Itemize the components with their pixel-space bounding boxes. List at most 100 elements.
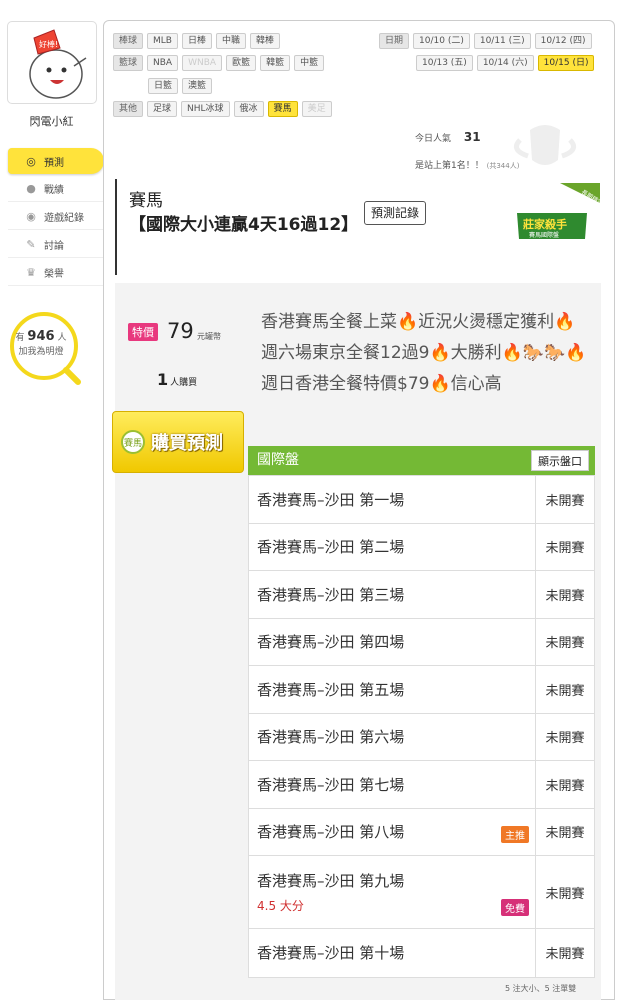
nav-item-discuss[interactable]: ✎ 討論: [8, 232, 104, 258]
horse-racing-icon: 賽馬: [121, 430, 145, 454]
pick-summary: 5 注大小、5 注單雙: [505, 984, 577, 993]
odds-title: 國際盤: [257, 452, 299, 468]
race-title: 香港賽馬–沙田 第二場: [257, 538, 405, 557]
race-name: 香港賽馬–沙田 第四場: [249, 618, 536, 665]
prediction-record-button[interactable]: 預測記錄: [364, 201, 427, 225]
baseball-label: 棒球: [113, 33, 144, 49]
race-row: 香港賽馬–沙田 第八場 主推 未開賽: [249, 808, 594, 856]
trophy-watermark-icon: [513, 125, 577, 165]
race-row: 香港賽馬–沙田 第四場 未開賽: [249, 618, 594, 666]
medal-icon: ♛: [26, 266, 36, 279]
nav-item-predict[interactable]: ◎ 預測: [8, 148, 104, 174]
race-status: 未開賽: [545, 636, 585, 652]
date-option[interactable]: 10/14 (六): [476, 55, 534, 71]
race-status: 未開賽: [545, 731, 585, 747]
avatar[interactable]: 好棒!: [7, 21, 97, 104]
nav-item-honor[interactable]: ♛ 榮譽: [8, 260, 104, 286]
date-option-selected[interactable]: 10/15 (日): [537, 55, 595, 71]
date-option[interactable]: 10/13 (五): [416, 55, 473, 71]
price-value: 79: [167, 319, 194, 343]
race-status: 未開賽: [545, 588, 585, 604]
race-title: 香港賽馬–沙田 第五場: [257, 680, 405, 699]
left-sidebar: 好棒! 閃電小紅 ◎ 預測 ● 戰績 ◉ 遊戲紀錄 ✎ 討論 ♛ 榮譽 有 94…: [0, 0, 104, 1000]
filter-euro-basket[interactable]: 歐籃: [226, 55, 257, 71]
race-row: 香港賽馬–沙田 第九場 4.5 大分 免費 未開賽: [249, 856, 594, 929]
badge-title: 莊家殺手: [522, 217, 567, 231]
race-status: 未開賽: [545, 886, 585, 902]
nav-item-game-record[interactable]: ◉ 遊戲紀錄: [8, 204, 104, 230]
other-label: 其他: [113, 101, 144, 117]
international-odds-header: 國際盤 顯示盤口: [248, 446, 595, 475]
filter-khl[interactable]: 俄冰: [233, 101, 264, 117]
nav-label: 遊戲紀錄: [44, 213, 84, 224]
race-status: 未開賽: [545, 683, 585, 699]
other-filter-row: 其他 足球 NHL冰球 俄冰 賽馬 美足: [113, 101, 332, 117]
filter-nba[interactable]: NBA: [147, 55, 179, 71]
race-name: 香港賽馬–沙田 第十場: [249, 929, 536, 977]
filter-horse-racing[interactable]: 賽馬: [267, 101, 298, 117]
filter-china-basket[interactable]: 中籃: [294, 55, 325, 71]
filter-npb[interactable]: 日棒: [181, 33, 212, 49]
prediction-detail: 特價 79 元罐幣 1 人購買 賽馬 購買預測 香港賽馬全餐上菜🔥近況火燙穩定獲利…: [112, 283, 601, 1000]
date-label: 日期: [379, 33, 410, 49]
race-status: 未開賽: [545, 778, 585, 794]
race-title: 香港賽馬–沙田 第十場: [257, 944, 405, 963]
popularity-value: 31: [463, 130, 481, 144]
race-title: 香港賽馬–沙田 第六場: [257, 728, 405, 747]
nav-label: 討論: [44, 241, 64, 252]
race-pick: 4.5 大分: [257, 899, 304, 913]
filter-kbo[interactable]: 韓棒: [250, 33, 281, 49]
race-status: 未開賽: [545, 541, 585, 557]
buyer-label: 人購買: [170, 378, 198, 388]
race-title: 香港賽馬–沙田 第一場: [257, 490, 405, 509]
filter-soccer[interactable]: 足球: [147, 101, 178, 117]
target-icon: ◎: [26, 154, 36, 168]
fans-count[interactable]: 有 946 人 加我為明燈: [6, 330, 76, 359]
buy-prediction-button[interactable]: 賽馬 購買預測: [112, 411, 244, 473]
title-sport: 賽馬: [129, 191, 163, 211]
date-option[interactable]: 10/12 (四): [534, 33, 592, 49]
race-name: 香港賽馬–沙田 第六場: [249, 713, 536, 760]
filter-japan-basket[interactable]: 日籃: [148, 78, 179, 94]
fans-add-link: 加我為明燈: [18, 347, 64, 357]
filter-korea-basket[interactable]: 韓籃: [260, 55, 291, 71]
buyer-number: 1: [157, 370, 169, 389]
nav-item-record[interactable]: ● 戰績: [8, 176, 104, 202]
race-status: 未開賽: [545, 493, 585, 509]
race-row: 香港賽馬–沙田 第六場 未開賽: [249, 713, 594, 761]
show-odds-button[interactable]: 顯示盤口: [531, 450, 589, 471]
badge-subtitle: 賽馬國際盤: [529, 231, 559, 239]
filter-mlb[interactable]: MLB: [147, 33, 178, 49]
basketball-filter-row-2: 日籃 澳籃: [148, 78, 213, 94]
filter-wnba[interactable]: WNBA: [182, 55, 223, 71]
main-pick-badge: 主推: [501, 826, 529, 843]
filter-nfl[interactable]: 美足: [301, 101, 332, 117]
race-row: 香港賽馬–沙田 第七場 未開賽: [249, 761, 594, 809]
filter-nhl[interactable]: NHL冰球: [181, 101, 230, 117]
race-status: 未開賽: [545, 826, 585, 842]
filter-aus-basket[interactable]: 澳籃: [182, 78, 213, 94]
buy-button-label: 購買預測: [151, 433, 223, 454]
nav-label: 榮譽: [44, 269, 64, 280]
race-row: 香港賽馬–沙田 第二場 未開賽: [249, 523, 594, 571]
fans-prefix: 有: [15, 333, 25, 343]
title-plan-name: 【國際大小連贏4天16過12】: [129, 215, 359, 235]
nav-label: 預測: [44, 157, 64, 169]
race-name: 香港賽馬–沙田 第七場: [249, 761, 536, 808]
plan-description: 香港賽馬全餐上菜🔥近況火燙穩定獲利🔥週六場東京全餐12過9🔥大勝利🔥🐎🐎🔥週日香…: [261, 312, 587, 394]
rank-text: 是站上第1名！！: [415, 161, 484, 171]
race-name: 香港賽馬–沙田 第三場: [249, 571, 536, 618]
race-name: 香港賽馬–沙田 第五場: [249, 666, 536, 713]
race-name: 香港賽馬–沙田 第八場 主推: [249, 808, 536, 855]
filter-cpbl[interactable]: 中職: [216, 33, 247, 49]
price-unit: 元罐幣: [197, 332, 221, 341]
race-name: 香港賽馬–沙田 第一場: [249, 476, 536, 523]
free-badge: 免費: [501, 899, 529, 916]
race-row: 香港賽馬–沙田 第一場 未開賽: [249, 476, 594, 524]
race-title: 香港賽馬–沙田 第九場: [257, 872, 405, 890]
buyer-count: 1 人購買: [157, 370, 197, 389]
date-option[interactable]: 10/10 (二): [413, 33, 470, 49]
date-option[interactable]: 10/11 (三): [473, 33, 531, 49]
avatar-image: 好棒!: [29, 29, 87, 99]
avatar-bubble-text: 好棒!: [39, 39, 58, 49]
